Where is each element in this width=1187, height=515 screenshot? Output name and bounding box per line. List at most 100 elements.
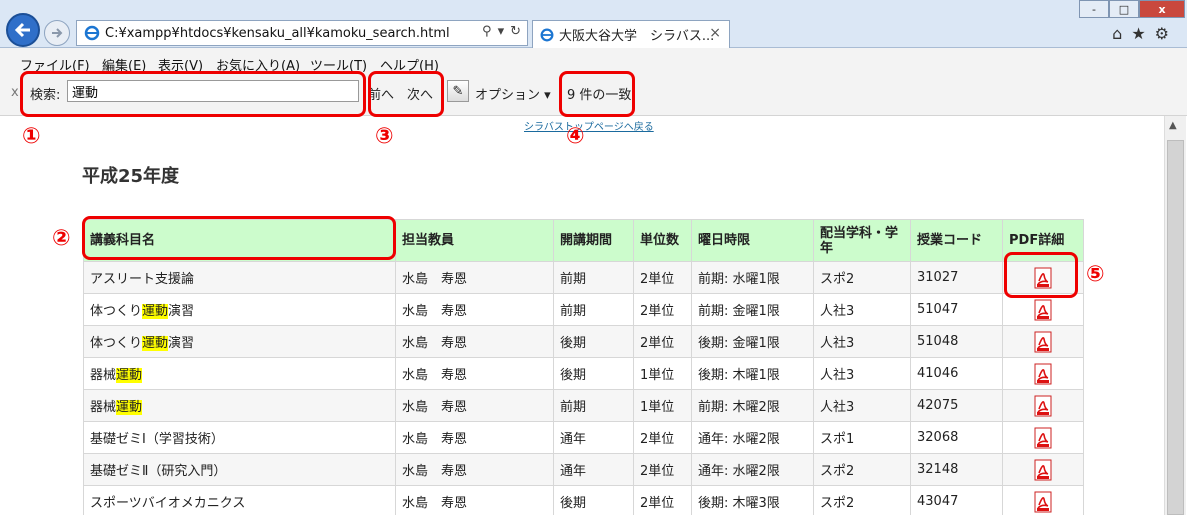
page-heading: 平成25年度	[82, 166, 180, 187]
address-url[interactable]: C:¥xampp¥htdocs¥kensaku_all¥kamoku_searc…	[105, 26, 450, 41]
pdf-icon	[1034, 427, 1052, 448]
term-cell: 後期	[553, 357, 634, 390]
dept-cell: スポ2	[813, 485, 911, 515]
course-name-pre: 器械	[90, 368, 117, 383]
annotation-mark-2: ②	[52, 226, 71, 251]
browser-title-bar: C:¥xampp¥htdocs¥kensaku_all¥kamoku_searc…	[0, 0, 1187, 48]
pdf-icon	[1034, 363, 1052, 384]
timeslot-cell: 前期: 木曜2限	[691, 389, 814, 422]
teacher-cell: 水島 寿恩	[395, 453, 554, 486]
tab-close-icon[interactable]: ×	[709, 25, 721, 41]
code-cell: 51047	[910, 293, 1003, 326]
annotation-box-count	[559, 71, 635, 117]
find-close-icon[interactable]: x	[11, 85, 19, 100]
table-row: 基礎ゼミⅡ（研究入門） 水島 寿恩 通年 2単位 通年: 水曜2限 スポ2 32148	[83, 453, 1084, 486]
credits-cell: 2単位	[633, 261, 692, 294]
timeslot-cell: 前期: 水曜1限	[691, 261, 814, 294]
highlight-pencil-icon[interactable]: ✎	[447, 80, 469, 102]
code-cell: 41046	[910, 357, 1003, 390]
term-cell: 前期	[553, 293, 634, 326]
address-bar[interactable]: C:¥xampp¥htdocs¥kensaku_all¥kamoku_searc…	[76, 20, 528, 46]
pdf-cell[interactable]	[1002, 421, 1084, 454]
pdf-cell[interactable]	[1002, 485, 1084, 515]
code-cell: 51048	[910, 325, 1003, 358]
timeslot-cell: 通年: 水曜2限	[691, 421, 814, 454]
course-name-cell: 体つくり運動演習	[83, 293, 396, 326]
ie-page-icon	[84, 25, 100, 41]
credits-cell: 2単位	[633, 293, 692, 326]
teacher-cell: 水島 寿恩	[395, 261, 554, 294]
scroll-up-arrow-icon[interactable]: ▲	[1169, 120, 1177, 131]
dept-cell: 人社3	[813, 389, 911, 422]
search-highlight: 運動	[142, 304, 169, 319]
course-name-pre: 基礎ゼミⅠ（学習技術）	[90, 432, 224, 447]
pdf-cell[interactable]	[1002, 453, 1084, 486]
pdf-cell[interactable]	[1002, 325, 1084, 358]
code-cell: 31027	[910, 261, 1003, 294]
maximize-button[interactable]: □	[1109, 0, 1139, 18]
col-header-code: 授業コード	[910, 219, 1003, 262]
teacher-cell: 水島 寿恩	[395, 293, 554, 326]
forward-arrow-icon	[52, 28, 63, 38]
find-options-dropdown[interactable]: オプション ▾	[475, 84, 551, 103]
course-name-cell: 器械運動	[83, 357, 396, 390]
dropdown-icon[interactable]: ▾	[498, 24, 505, 39]
col-header-term: 開講期間	[553, 219, 634, 262]
timeslot-cell: 前期: 金曜1限	[691, 293, 814, 326]
code-cell: 42075	[910, 389, 1003, 422]
search-highlight: 運動	[116, 400, 143, 415]
term-cell: 通年	[553, 453, 634, 486]
col-header-timeslot: 曜日時限	[691, 219, 814, 262]
dept-cell: スポ2	[813, 453, 911, 486]
course-name-cell: 基礎ゼミⅠ（学習技術）	[83, 421, 396, 454]
credits-cell: 2単位	[633, 453, 692, 486]
pdf-icon	[1034, 299, 1052, 320]
pdf-icon	[1034, 491, 1052, 512]
syllabus-top-link[interactable]: シラバストップページへ戻る	[524, 118, 654, 133]
annotation-box-prev-next	[368, 71, 444, 117]
back-button[interactable]	[6, 13, 40, 47]
close-window-button[interactable]: x	[1139, 0, 1185, 18]
credits-cell: 1単位	[633, 389, 692, 422]
home-icon[interactable]: ⌂	[1112, 24, 1122, 43]
annotation-box-pdf	[1004, 252, 1078, 298]
annotation-box-search	[20, 71, 366, 117]
pdf-icon	[1034, 395, 1052, 416]
term-cell: 後期	[553, 325, 634, 358]
credits-cell: 2単位	[633, 421, 692, 454]
credits-cell: 2単位	[633, 325, 692, 358]
table-row: スポーツバイオメカニクス 水島 寿恩 後期 2単位 後期: 木曜3限 スポ2 43047	[83, 485, 1084, 515]
pdf-cell[interactable]	[1002, 357, 1084, 390]
course-name-pre: 器械	[90, 400, 117, 415]
scroll-thumb[interactable]	[1167, 140, 1184, 515]
pdf-cell[interactable]	[1002, 389, 1084, 422]
teacher-cell: 水島 寿恩	[395, 325, 554, 358]
gear-icon[interactable]: ⚙	[1155, 24, 1169, 43]
back-arrow-icon	[14, 22, 30, 38]
annotation-mark-3: ③	[375, 124, 394, 149]
timeslot-cell: 通年: 水曜2限	[691, 453, 814, 486]
teacher-cell: 水島 寿恩	[395, 485, 554, 515]
browser-tab[interactable]: 大阪大谷大学 シラバス... ×	[532, 20, 730, 48]
code-cell: 43047	[910, 485, 1003, 515]
table-row: 体つくり運動演習 水島 寿恩 後期 2単位 後期: 金曜1限 人社3 51048	[83, 325, 1084, 358]
window-controls: - □ x	[1079, 0, 1185, 18]
annotation-mark-1: ①	[22, 124, 41, 149]
refresh-icon[interactable]: ↻	[510, 24, 521, 39]
pdf-icon	[1034, 459, 1052, 480]
pdf-cell[interactable]	[1002, 293, 1084, 326]
term-cell: 前期	[553, 389, 634, 422]
credits-cell: 1単位	[633, 357, 692, 390]
teacher-cell: 水島 寿恩	[395, 421, 554, 454]
tab-title: 大阪大谷大学 シラバス...	[559, 29, 715, 44]
forward-button[interactable]	[44, 20, 70, 46]
timeslot-cell: 後期: 木曜3限	[691, 485, 814, 515]
minimize-button[interactable]: -	[1079, 0, 1109, 18]
pdf-icon	[1034, 331, 1052, 352]
vertical-scrollbar[interactable]: ▲	[1164, 116, 1186, 515]
timeslot-cell: 後期: 金曜1限	[691, 325, 814, 358]
favorites-star-icon[interactable]: ★	[1131, 24, 1145, 43]
course-name-pre: 基礎ゼミⅡ（研究入門）	[90, 464, 227, 479]
search-icon[interactable]: ⚲	[482, 24, 492, 39]
course-name-pre: アスリート支援論	[90, 272, 195, 287]
